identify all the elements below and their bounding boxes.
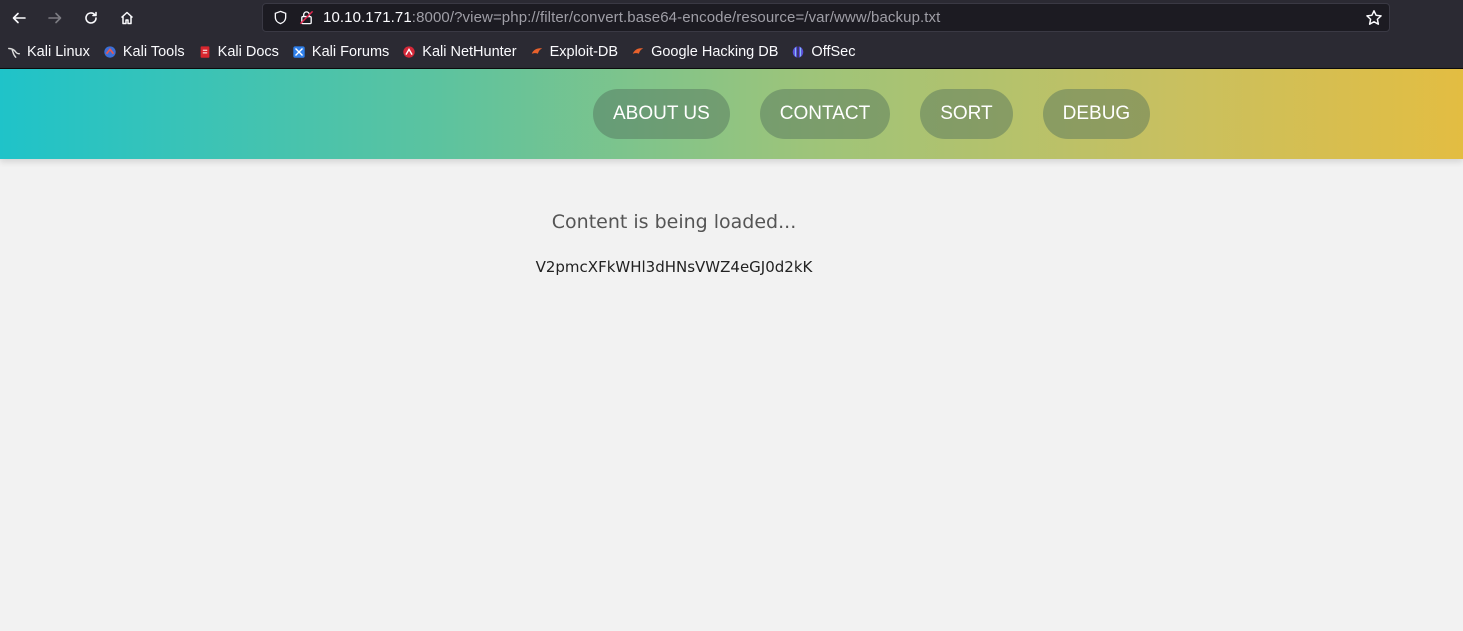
bookmark-label: Exploit-DB [549, 44, 619, 60]
url-path: :8000/?view=php://filter/convert.base64-… [411, 9, 941, 26]
loading-message: Content is being loaded... [551, 211, 797, 233]
arrow-left-icon [12, 12, 26, 24]
nav-debug-button[interactable]: DEBUG [1042, 89, 1151, 139]
nav-contact-button[interactable]: CONTACT [759, 89, 891, 139]
main-nav: ABOUT US CONTACT SORT DEBUG [593, 89, 1180, 139]
home-icon [120, 11, 134, 25]
insecure-lock-icon[interactable] [297, 9, 315, 27]
site-header: ABOUT US CONTACT SORT DEBUG [0, 69, 1463, 159]
file-output: V2pmcXFkWHl3dHNsVWZ4eGJ0d2kK [535, 258, 813, 276]
bookmark-label: Kali Forums [311, 44, 390, 60]
bookmark-star-icon[interactable] [1365, 9, 1383, 27]
bookmark-label: Kali Tools [122, 44, 185, 60]
reload-button[interactable] [73, 0, 109, 36]
kali-docs-icon [197, 44, 213, 60]
arrow-right-icon [48, 12, 62, 24]
kali-dragon-icon [6, 44, 22, 60]
bookmark-label: Google Hacking DB [651, 44, 779, 60]
reload-icon [85, 11, 97, 24]
bookmark-kali-tools[interactable]: Kali Tools [102, 44, 185, 60]
bookmark-google-hacking-db[interactable]: Google Hacking DB [630, 44, 778, 60]
url-bar[interactable]: 10.10.171.71:8000/?view=php://filter/con… [262, 3, 1390, 32]
exploit-db-icon [529, 44, 545, 60]
nav-sort-button[interactable]: SORT [920, 89, 1013, 139]
bookmark-kali-linux[interactable]: Kali Linux [6, 44, 90, 60]
bookmark-kali-docs[interactable]: Kali Docs [197, 44, 279, 60]
back-button[interactable] [1, 0, 37, 36]
bookmark-kali-forums[interactable]: Kali Forums [291, 44, 389, 60]
ghdb-icon [630, 44, 646, 60]
url-text[interactable]: 10.10.171.71:8000/?view=php://filter/con… [323, 9, 940, 26]
bookmark-label: OffSec [811, 44, 856, 60]
bookmark-offsec[interactable]: OffSec [790, 44, 855, 60]
bookmarks-toolbar: Kali Linux Kali Tools Kali Docs Kali For… [0, 36, 1463, 69]
offsec-icon [790, 44, 806, 60]
kali-forums-icon [291, 44, 307, 60]
nav-about-us-button[interactable]: ABOUT US [593, 89, 730, 139]
bookmark-label: Kali Linux [27, 44, 90, 60]
bookmark-label: Kali NetHunter [422, 44, 517, 60]
bookmark-label: Kali Docs [217, 44, 279, 60]
url-host: 10.10.171.71 [323, 9, 412, 26]
bookmark-exploit-db[interactable]: Exploit-DB [529, 44, 619, 60]
home-button[interactable] [109, 0, 145, 36]
forward-button[interactable] [37, 0, 73, 36]
kali-tools-icon [102, 44, 118, 60]
nethunter-icon [401, 44, 417, 60]
shield-icon[interactable] [271, 9, 289, 27]
browser-toolbar: 10.10.171.71:8000/?view=php://filter/con… [0, 0, 1463, 36]
bookmark-kali-nethunter[interactable]: Kali NetHunter [401, 44, 517, 60]
